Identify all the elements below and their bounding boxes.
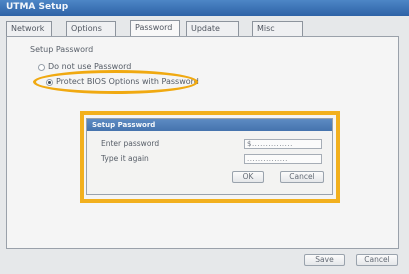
enter-password-label: Enter password	[101, 139, 160, 148]
dialog-cancel-button[interactable]: Cancel	[280, 171, 324, 183]
enter-password-field[interactable]: $...............	[244, 139, 322, 149]
setup-password-dialog: Setup Password Enter password $.........…	[86, 118, 333, 195]
highlight-ellipse-annotation	[33, 70, 198, 94]
save-button[interactable]: Save	[304, 254, 345, 266]
tab-strip: Network Options Password Update Misc	[6, 20, 398, 37]
setup-password-group-label: Setup Password	[30, 45, 94, 54]
window-title: UTMA Setup	[6, 2, 69, 12]
tab-password[interactable]: Password	[130, 20, 180, 37]
window-titlebar: UTMA Setup	[0, 0, 409, 16]
radio-button[interactable]	[38, 64, 45, 71]
cancel-button[interactable]: Cancel	[356, 254, 398, 266]
tab-misc[interactable]: Misc	[252, 21, 303, 36]
dialog-ok-button[interactable]: OK	[232, 171, 264, 183]
tab-options[interactable]: Options	[66, 21, 116, 36]
tab-update[interactable]: Update	[186, 21, 239, 36]
dialog-title: Setup Password	[87, 119, 332, 131]
retype-password-label: Type it again	[101, 154, 149, 163]
retype-password-field[interactable]: ...............	[244, 154, 322, 164]
tab-network[interactable]: Network	[6, 21, 52, 36]
